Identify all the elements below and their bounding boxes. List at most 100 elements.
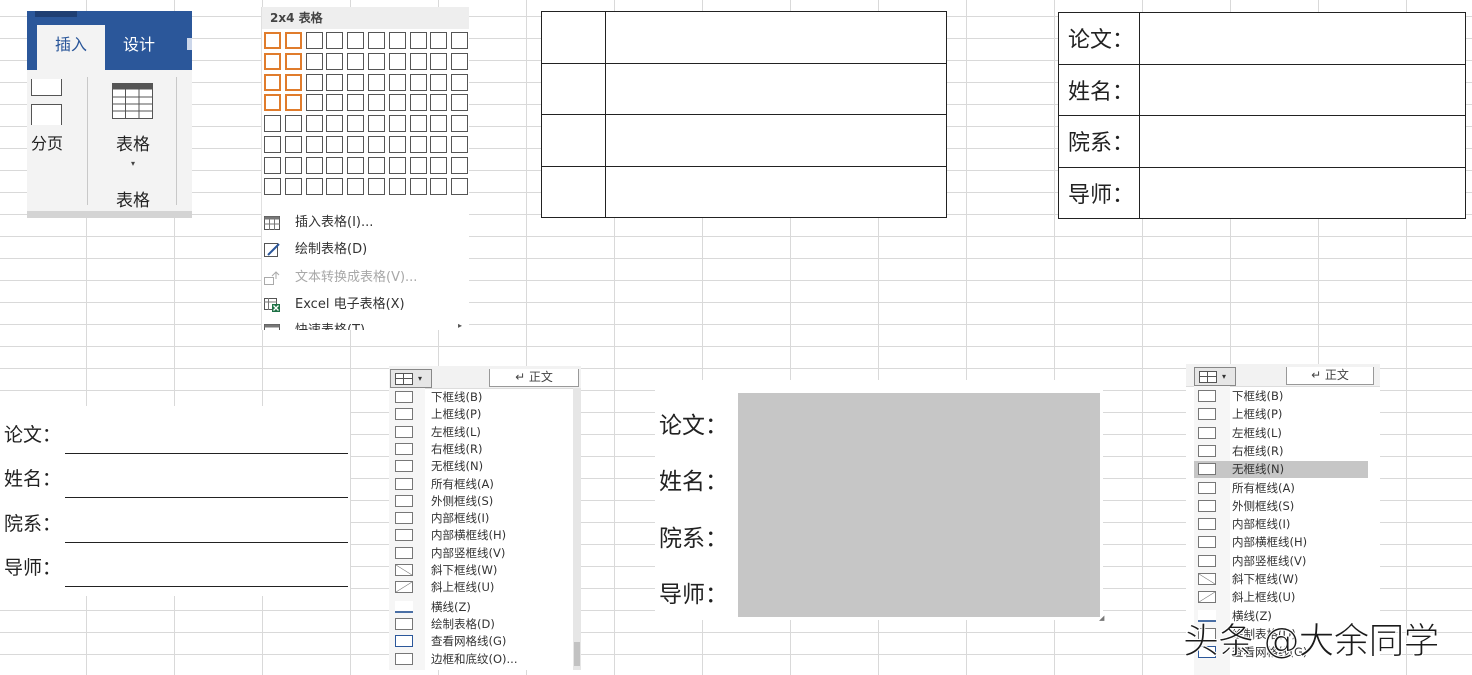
underline-field[interactable] <box>65 497 348 498</box>
grid-cell[interactable] <box>409 94 427 112</box>
grid-cell[interactable] <box>430 177 448 195</box>
menu-scrollbar[interactable] <box>573 388 581 670</box>
grid-cell[interactable] <box>388 136 406 153</box>
style-normal[interactable]: ↵ 正文 <box>1286 367 1374 385</box>
grid-cell[interactable] <box>326 115 344 133</box>
grid-cell[interactable] <box>368 115 385 133</box>
grid-cell[interactable] <box>326 94 344 112</box>
grid-cell[interactable] <box>451 136 469 153</box>
underline-field[interactable] <box>65 453 348 454</box>
border-menu-item[interactable]: 左框线(L) <box>391 424 573 441</box>
grid-cell[interactable] <box>284 94 302 112</box>
table-cell[interactable] <box>1139 63 1466 116</box>
underline-field[interactable] <box>65 586 348 587</box>
grid-cell[interactable] <box>347 136 365 153</box>
grid-cell[interactable] <box>264 156 281 174</box>
border-menu-item[interactable]: 绘制表格(D) <box>391 616 573 633</box>
grid-cell[interactable] <box>388 156 406 174</box>
borders-dropdown-button[interactable]: ▾ <box>390 369 432 388</box>
border-menu-item[interactable]: 内部框线(I) <box>1194 516 1368 533</box>
grid-cell[interactable] <box>305 32 323 49</box>
grid-cell[interactable] <box>305 177 323 195</box>
grid-cell[interactable] <box>326 73 344 91</box>
border-menu-item[interactable]: 上框线(P) <box>1194 406 1368 423</box>
grid-cell[interactable] <box>368 52 385 70</box>
grid-cell[interactable] <box>451 156 469 174</box>
grid-cell[interactable] <box>451 73 469 91</box>
border-menu-item[interactable]: 斜下框线(W) <box>391 562 573 579</box>
grid-cell[interactable] <box>347 156 365 174</box>
grid-cell[interactable] <box>430 73 448 91</box>
draw-table-item[interactable]: 绘制表格(D) <box>262 239 469 261</box>
chevron-down-icon[interactable]: ▾ <box>127 159 139 168</box>
grid-cell[interactable] <box>430 52 448 70</box>
table-cell[interactable] <box>541 114 606 167</box>
grid-cell[interactable] <box>305 115 323 133</box>
border-menu-item[interactable]: 无框线(N) <box>1194 461 1368 479</box>
grid-cell[interactable] <box>430 115 448 133</box>
border-menu-item[interactable]: 下框线(B) <box>1194 388 1368 405</box>
border-menu-item[interactable]: 上框线(P) <box>391 406 573 423</box>
grid-cell[interactable] <box>388 115 406 133</box>
grid-cell[interactable] <box>326 52 344 70</box>
grid-cell[interactable] <box>388 52 406 70</box>
resize-handle-icon[interactable]: ◢ <box>1099 614 1104 622</box>
table-cell[interactable] <box>605 114 947 167</box>
grid-cell[interactable] <box>451 115 469 133</box>
grid-cell[interactable] <box>326 32 344 49</box>
border-menu-item[interactable]: 外侧框线(S) <box>1194 498 1368 515</box>
border-menu-item[interactable]: 所有框线(A) <box>1194 480 1368 497</box>
page-break-icon[interactable] <box>31 79 62 96</box>
insert-table-item[interactable]: 插入表格(I)... <box>262 212 469 234</box>
border-menu-item[interactable]: 斜上框线(U) <box>391 579 573 596</box>
border-menu-item[interactable]: 外侧框线(S) <box>391 493 573 510</box>
tab-insert[interactable]: 插入 <box>37 25 105 70</box>
grid-cell[interactable] <box>409 177 427 195</box>
grid-cell[interactable] <box>326 177 344 195</box>
border-menu-item[interactable]: 边框和底纹(O)... <box>391 651 573 668</box>
border-menu-item[interactable]: 右框线(R) <box>1194 443 1368 460</box>
grid-cell[interactable] <box>284 115 302 133</box>
grid-cell[interactable] <box>305 94 323 112</box>
grid-cell[interactable] <box>388 73 406 91</box>
page-break-icon-lower[interactable] <box>31 104 62 125</box>
border-menu-item[interactable]: 内部横框线(H) <box>1194 534 1368 551</box>
border-menu-item[interactable]: 所有框线(A) <box>391 476 573 493</box>
grid-cell[interactable] <box>284 177 302 195</box>
grid-cell[interactable] <box>264 115 281 133</box>
border-menu-item[interactable]: 左框线(L) <box>1194 425 1368 442</box>
grid-cell[interactable] <box>264 52 281 70</box>
borders-dropdown-button[interactable]: ▾ <box>1194 367 1236 386</box>
grid-cell[interactable] <box>347 32 365 49</box>
grid-cell[interactable] <box>284 52 302 70</box>
table-cell[interactable] <box>605 62 947 115</box>
table-button[interactable]: 表格 <box>105 130 161 155</box>
page-break-button[interactable]: 分页 <box>27 130 67 154</box>
grid-cell[interactable] <box>388 32 406 49</box>
grid-cell[interactable] <box>347 177 365 195</box>
grid-cell[interactable] <box>284 73 302 91</box>
border-menu-item[interactable]: 下框线(B) <box>391 389 573 406</box>
border-menu-item[interactable]: 横线(Z) <box>391 599 573 616</box>
table-cell[interactable] <box>541 11 606 64</box>
excel-spreadsheet-item[interactable]: Excel 电子表格(X) <box>262 294 469 316</box>
grid-cell[interactable] <box>347 94 365 112</box>
border-menu-item[interactable]: 查看网格线(G) <box>391 633 573 650</box>
grid-cell[interactable] <box>368 136 385 153</box>
quick-table-item[interactable]: 快速表格(T) <box>262 320 469 330</box>
table-cell[interactable] <box>541 165 606 218</box>
grid-cell[interactable] <box>430 94 448 112</box>
grid-cell[interactable] <box>451 32 469 49</box>
table-cell[interactable] <box>541 62 606 115</box>
grid-cell[interactable] <box>264 177 281 195</box>
grid-cell[interactable] <box>264 94 281 112</box>
grid-cell[interactable] <box>451 177 469 195</box>
grid-cell[interactable] <box>430 136 448 153</box>
grid-cell[interactable] <box>305 73 323 91</box>
border-menu-item[interactable]: 右框线(R) <box>391 441 573 458</box>
table-cell[interactable] <box>605 11 947 64</box>
grid-cell[interactable] <box>430 32 448 49</box>
border-menu-item[interactable]: 斜下框线(W) <box>1194 571 1368 588</box>
grid-cell[interactable] <box>284 136 302 153</box>
grid-cell[interactable] <box>409 115 427 133</box>
